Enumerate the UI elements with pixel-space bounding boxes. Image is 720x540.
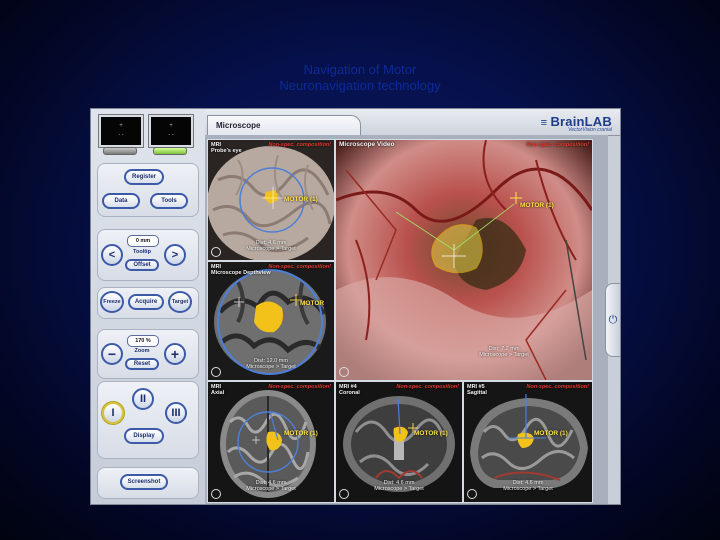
coronal-warning: Non-spec. composition! — [396, 384, 459, 390]
microscope-video-view[interactable]: Microscope Video Non-spec. composition! … — [335, 139, 593, 381]
chevron-right-icon: > — [171, 249, 179, 261]
chevron-left-icon: < — [108, 249, 116, 261]
layout-group: I II III Display — [97, 381, 199, 459]
zoom-in-button[interactable]: + — [164, 343, 186, 365]
coronal-motor-label: MOTOR (1) — [414, 430, 448, 437]
zoom-group: − 170 % Zoom Reset + — [97, 329, 199, 379]
pane2-title: MRI Microscope Depthview — [211, 264, 271, 276]
tab-microscope[interactable]: Microscope — [207, 115, 361, 136]
zoom-out-button[interactable]: − — [101, 343, 123, 365]
magnifier-icon[interactable] — [339, 367, 349, 377]
screenshot-group: Screenshot — [97, 467, 199, 499]
pane2-motor-label: MOTOR — [300, 300, 325, 307]
probes-eye-view[interactable]: MRI Probe's eye Non-spec. composition! MO… — [207, 139, 335, 261]
coronal-view[interactable]: MRI #4 Coronal Non-spec. composition! MOT… — [335, 381, 463, 503]
offset-button[interactable]: Offset — [125, 259, 159, 271]
data-button[interactable]: Data — [102, 193, 140, 209]
microscope-video-image — [336, 140, 592, 380]
magnifier-icon[interactable] — [211, 489, 221, 499]
tooltip-group: < 0 mm Tooltip Offset > — [97, 229, 199, 281]
slide-caption-line2: Neuronavigation technology — [279, 78, 441, 93]
axial-distance: Dist: 4.6 mm Microscope > Target — [246, 480, 296, 492]
depth-view[interactable]: MRI Microscope Depthview Non-spec. compos… — [207, 261, 335, 381]
tooltip-increase-button[interactable]: > — [164, 244, 186, 266]
slide-caption: Navigation of Motor Neuronavigation tech… — [230, 62, 490, 94]
sagittal-distance: Dist: 4.6 mm Microscope > Target — [503, 480, 553, 492]
zoom-value: 170 % — [127, 335, 159, 347]
tooltip-decrease-button[interactable]: < — [101, 244, 123, 266]
layout-1-button[interactable]: I — [102, 402, 124, 424]
sagittal-motor-label: MOTOR (1) — [534, 430, 568, 437]
video-motor-label: MOTOR (1) — [520, 202, 554, 209]
tracker-status-left: +.. — [99, 115, 143, 147]
minus-icon: − — [107, 346, 117, 362]
pane1-warning: Non-spec. composition! — [268, 142, 331, 148]
coronal-title: MRI #4 Coronal — [339, 384, 360, 396]
axial-view[interactable]: MRI Axial Non-spec. composition! MOTOR (1… — [207, 381, 335, 503]
video-title: Microscope Video — [339, 141, 395, 148]
plus-icon: + — [170, 346, 180, 362]
coronal-distance: Dist: 4.6 mm Microscope > Target — [374, 480, 424, 492]
layout-3-button[interactable]: III — [165, 402, 187, 424]
zoom-label: Zoom — [134, 348, 150, 354]
magnifier-icon[interactable] — [467, 489, 477, 499]
display-button[interactable]: Display — [124, 428, 164, 444]
freeze-button[interactable]: Freeze — [100, 291, 124, 313]
magnifier-icon[interactable] — [339, 489, 349, 499]
magnifier-icon[interactable] — [211, 367, 221, 377]
left-control-panel: +.. +.. Register Data Tools < 0 mm Toolt… — [91, 109, 206, 504]
screenshot-button[interactable]: Screenshot — [120, 474, 168, 490]
tools-button[interactable]: Tools — [150, 193, 188, 209]
pane2-distance: Dist: 12.0 mm Microscope > Target — [246, 358, 296, 370]
tracker-led-green — [153, 147, 187, 155]
tracker-led-grey — [103, 147, 137, 155]
tooltip-value: 0 mm — [127, 235, 159, 247]
power-icon: ⏻ — [608, 313, 618, 326]
sagittal-title: MRI #5 Sagittal — [467, 384, 487, 396]
pane1-motor-label: MOTOR (1) — [284, 196, 318, 203]
tracker-status-right: +.. — [149, 115, 193, 147]
navigation-group: Register Data Tools — [97, 163, 199, 217]
slide-caption-line1: Navigation of Motor — [303, 62, 417, 77]
register-button[interactable]: Register — [124, 169, 164, 185]
pane1-distance: Dist: 4.6 mm Microscope > Target — [246, 240, 296, 252]
tooltip-label: Tooltip — [133, 249, 151, 255]
target-button[interactable]: Target — [168, 291, 192, 313]
sagittal-warning: Non-spec. composition! — [526, 384, 589, 390]
pane2-warning: Non-spec. composition! — [268, 264, 331, 270]
axial-warning: Non-spec. composition! — [268, 384, 331, 390]
reset-button[interactable]: Reset — [125, 358, 159, 370]
acquire-button[interactable]: Acquire — [128, 294, 164, 310]
video-warning: Non-spec. composition! — [526, 142, 589, 148]
sagittal-view[interactable]: MRI #5 Sagittal Non-spec. composition! MO… — [463, 381, 593, 503]
magnifier-icon[interactable] — [211, 247, 221, 257]
brainlab-application-window: +.. +.. Register Data Tools < 0 mm Toolt… — [90, 108, 621, 505]
brainlab-logo: ≡ BrainLAB VectorVision cranial — [540, 114, 612, 133]
axial-motor-label: MOTOR (1) — [284, 430, 318, 437]
pane1-title: MRI Probe's eye — [211, 142, 242, 154]
image-viewer: MRI Probe's eye Non-spec. composition! MO… — [205, 135, 608, 504]
power-button[interactable]: ⏻ — [605, 283, 620, 357]
video-distance: Dist: 7.2 mm Microscope > Target — [479, 346, 529, 358]
capture-group: Freeze Acquire Target — [97, 287, 199, 319]
layout-2-button[interactable]: II — [132, 388, 154, 410]
axial-title: MRI Axial — [211, 384, 225, 396]
tab-bar: Microscope ≡ BrainLAB VectorVision crani… — [205, 109, 620, 136]
